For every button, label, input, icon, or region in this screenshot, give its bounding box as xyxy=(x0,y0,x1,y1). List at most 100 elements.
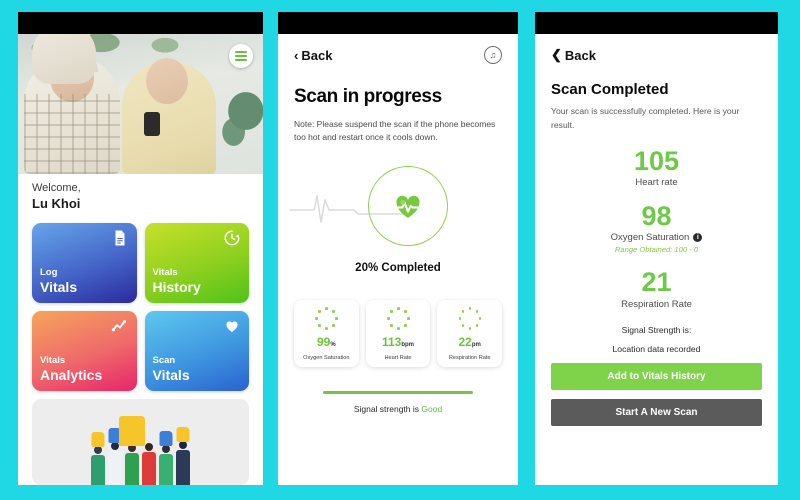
crowd-figure xyxy=(91,432,105,485)
metric-unit: bpm xyxy=(401,342,415,349)
result-label-text: Heart rate xyxy=(635,176,678,188)
loading-dots-icon xyxy=(314,307,338,331)
metric-label: Heart Rate xyxy=(384,355,412,362)
tile-top-label: Log xyxy=(40,267,58,279)
info-icon[interactable]: i xyxy=(693,233,703,243)
tile-bottom-label: Analytics xyxy=(40,366,103,383)
crowd-figure xyxy=(142,443,156,485)
phone-screen-home: Welcome, Lu Khoi Log Vitals Vitals Histo… xyxy=(18,12,263,485)
result-label: Oxygen Saturation i xyxy=(551,232,762,243)
tile-scan-vitals[interactable]: Scan Vitals xyxy=(144,311,249,391)
tile-vitals-analytics[interactable]: Vitals Analytics xyxy=(32,311,137,391)
result-heart-rate: 105 Heart rate xyxy=(551,145,762,188)
metric-value: 22 xyxy=(458,335,472,350)
tile-grid: Log Vitals Vitals History Vitals Analyti… xyxy=(18,215,263,391)
history-clock-icon xyxy=(224,230,240,246)
signal-strength-label: Signal Strength is: xyxy=(621,324,692,335)
hair-decor xyxy=(32,34,96,84)
result-value: 105 xyxy=(633,145,680,176)
heart-pulse-icon xyxy=(396,196,420,219)
screenshot-stage: Welcome, Lu Khoi Log Vitals Vitals Histo… xyxy=(0,0,800,500)
back-button[interactable]: ❮ Back xyxy=(551,47,762,63)
tile-bottom-label: Vitals xyxy=(40,278,78,295)
result-label-text: Respiration Rate xyxy=(621,298,692,310)
scan-note: Note: Please suspend the scan if the pho… xyxy=(294,119,496,143)
page-title: Scan in progress xyxy=(294,86,442,107)
chart-line-icon xyxy=(111,320,126,332)
person-woman-figure xyxy=(122,58,216,174)
page-subtitle: Your scan is successfully completed. Her… xyxy=(551,106,740,130)
phone-screen-result: ❮ Back Scan Completed Your scan is succe… xyxy=(535,12,778,485)
crowd-figure xyxy=(119,416,145,485)
location-status-label: Location data recorded xyxy=(612,343,701,354)
metric-value-wrap: 113bpm xyxy=(369,333,428,351)
crowd-figure xyxy=(108,428,122,485)
result-label: Heart rate xyxy=(551,177,762,188)
phone-screen-scan: ‹ Back ♫ Scan in progress Note: Please s… xyxy=(278,12,518,485)
heart-icon xyxy=(226,321,238,332)
scan-top-bar: ‹ Back ♫ xyxy=(294,46,502,64)
chevron-left-icon: ❮ xyxy=(551,47,562,62)
result-range: Range Obtained: 100 - 0 xyxy=(614,245,699,255)
crowd-figure xyxy=(159,431,173,485)
add-to-vitals-history-button[interactable]: Add to Vitals History xyxy=(551,362,762,390)
crowd-figure xyxy=(176,427,190,485)
tile-bottom-label: Vitals xyxy=(152,366,190,383)
hamburger-icon[interactable] xyxy=(229,44,253,68)
result-respiration-rate: 21 Respiration Rate xyxy=(551,267,762,310)
back-label: Back xyxy=(301,47,333,63)
metric-unit: % xyxy=(330,342,336,349)
metric-card-respiration: 22pm Respiration Rate xyxy=(437,300,503,368)
signal-strength-bar xyxy=(323,391,473,394)
metric-unit: pm xyxy=(471,342,481,349)
metric-label: Oxygen Saturation xyxy=(303,355,350,362)
status-bar xyxy=(278,12,518,34)
loading-dots-icon xyxy=(458,307,482,331)
progress-text: 20% Completed xyxy=(355,262,441,275)
status-bar xyxy=(18,12,263,34)
tile-bottom-label: History xyxy=(152,278,201,295)
tile-top-label: Vitals xyxy=(40,355,66,367)
user-name: Lu Khoi xyxy=(32,196,81,211)
status-bar xyxy=(535,12,778,34)
metric-value-wrap: 99% xyxy=(297,333,356,351)
metric-value: 113 xyxy=(381,335,402,350)
welcome-label: Welcome, xyxy=(32,182,81,194)
tile-vitals-history[interactable]: Vitals History xyxy=(144,223,249,303)
result-label: Respiration Rate xyxy=(551,299,762,310)
metric-label: Respiration Rate xyxy=(448,355,491,362)
loading-dots-icon xyxy=(386,307,410,331)
people-thumbs-up-illustration xyxy=(32,416,249,485)
music-note-icon[interactable]: ♫ xyxy=(484,46,502,64)
metric-value: 99 xyxy=(316,335,331,350)
metric-card-oxygen: 99% Oxygen Saturation xyxy=(294,300,359,368)
page-title: Scan Completed xyxy=(551,81,669,98)
tile-top-label: Vitals xyxy=(152,267,178,279)
signal-prefix: Signal strength is xyxy=(353,403,422,414)
back-label: Back xyxy=(564,47,596,63)
metric-card-row: 99% Oxygen Saturation 113bpm Heart Rate xyxy=(294,300,503,368)
hero-photo xyxy=(18,34,263,174)
start-new-scan-button[interactable]: Start A New Scan xyxy=(551,398,762,426)
progress-ring xyxy=(368,166,448,247)
metric-value-wrap: 22pm xyxy=(440,333,499,351)
metric-card-heart-rate: 113bpm Heart Rate xyxy=(365,300,431,368)
signal-value: Good xyxy=(421,403,443,414)
welcome-block: Welcome, Lu Khoi xyxy=(18,174,263,215)
promo-banner[interactable] xyxy=(32,399,249,485)
result-label-text: Oxygen Saturation xyxy=(610,232,690,244)
back-button[interactable]: ‹ Back xyxy=(294,48,332,63)
scan-progress-area xyxy=(290,158,502,254)
document-icon xyxy=(115,230,124,246)
signal-strength-text: Signal strength is Good xyxy=(294,404,502,414)
plaid-shirt-pattern xyxy=(24,94,120,174)
result-value: 98 xyxy=(641,200,672,231)
phone-prop-icon xyxy=(144,112,160,136)
hamburger-line xyxy=(235,59,247,61)
chevron-left-icon: ‹ xyxy=(294,47,299,63)
hamburger-line xyxy=(235,55,247,57)
tile-log-vitals[interactable]: Log Vitals xyxy=(32,223,137,303)
result-oxygen-saturation: 98 Oxygen Saturation i Range Obtained: 1… xyxy=(551,200,762,255)
tile-top-label: Scan xyxy=(152,355,176,367)
result-value: 21 xyxy=(641,267,672,298)
